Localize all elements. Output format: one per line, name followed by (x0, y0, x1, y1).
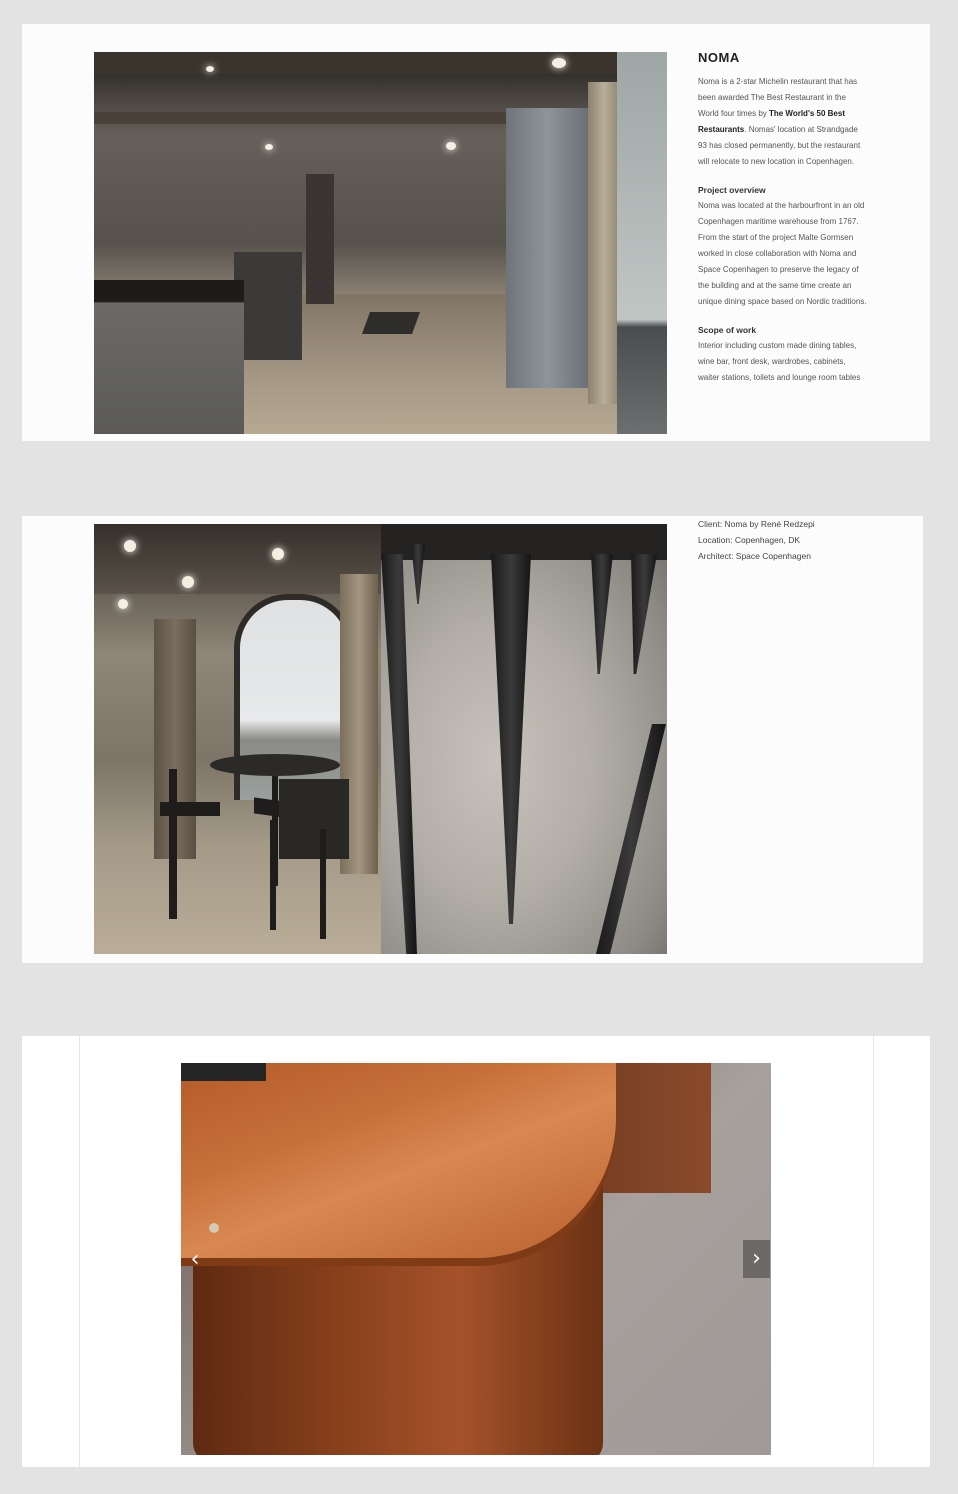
chevron-left-icon: ‹ (190, 1247, 200, 1272)
project-gallery-card: ‹ › (22, 1036, 930, 1467)
project-intro: Noma is a 2-star Michelin restaurant tha… (698, 74, 868, 170)
location-detail: Location: Copenhagen, DK (698, 535, 801, 545)
wooden-desk-photo (181, 1063, 771, 1455)
project-card-details: Client: Noma by René Redzepi Location: C… (22, 516, 923, 963)
window-table-photo (94, 524, 381, 954)
architect-detail: Architect: Space Copenhagen (698, 551, 811, 561)
table-legs-photo (381, 524, 667, 954)
client-detail: Client: Noma by René Redzepi (698, 519, 815, 529)
project-details: Client: Noma by René Redzepi Location: C… (698, 516, 888, 564)
gallery-next-button[interactable]: › (743, 1240, 770, 1278)
overview-heading: Project overview (698, 185, 766, 195)
project-card-intro: NOMA Noma is a 2-star Michelin restauran… (22, 24, 930, 441)
chevron-right-icon: › (752, 1246, 761, 1271)
project-title: NOMA (698, 50, 740, 65)
project-info: NOMA Noma is a 2-star Michelin restauran… (698, 50, 868, 386)
overview-text: Noma was located at the harbourfront in … (698, 201, 867, 306)
gallery-prev-button[interactable]: ‹ (182, 1240, 208, 1280)
scope-heading: Scope of work (698, 325, 757, 335)
restaurant-interior-photo (94, 52, 667, 434)
scope-text: Interior including custom made dining ta… (698, 341, 861, 382)
